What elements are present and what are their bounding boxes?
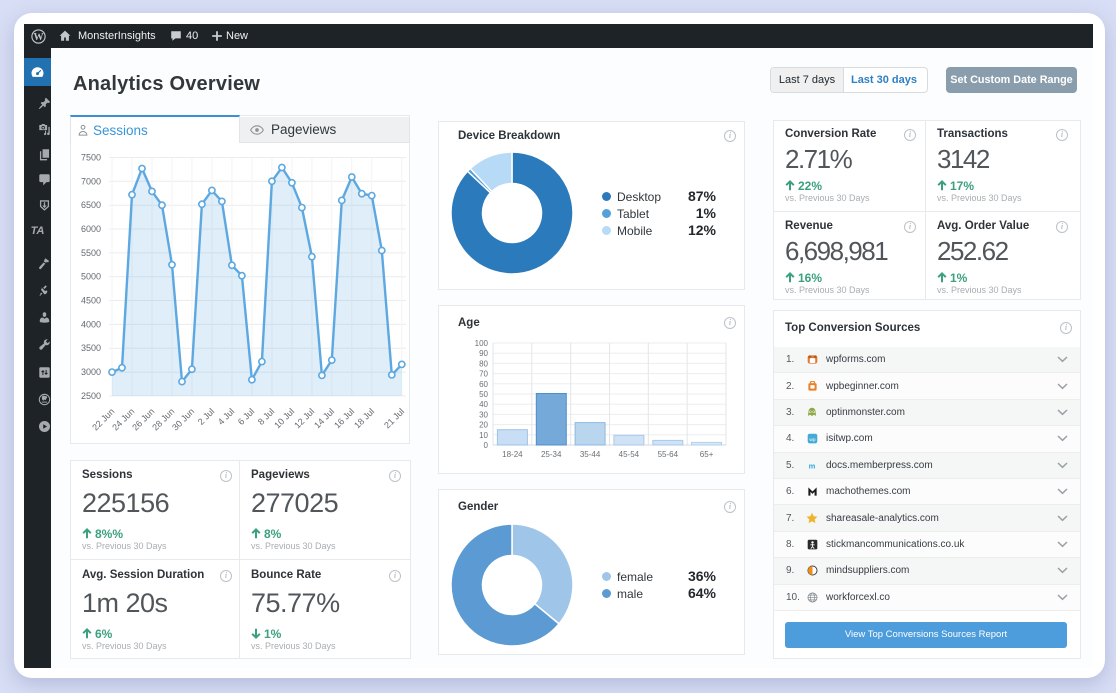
svg-text:90: 90	[479, 349, 488, 358]
svg-text:55-64: 55-64	[658, 450, 679, 459]
svg-text:12 Jul: 12 Jul	[292, 406, 316, 430]
svg-text:m: m	[809, 461, 816, 470]
svg-text:50: 50	[479, 390, 488, 399]
svg-text:18-24: 18-24	[502, 450, 523, 459]
svg-text:4 Jul: 4 Jul	[216, 406, 237, 427]
svg-text:W: W	[33, 32, 43, 43]
svg-text:3000: 3000	[81, 367, 101, 377]
svg-text:2 Jul: 2 Jul	[196, 406, 217, 427]
svg-text:6000: 6000	[81, 224, 101, 234]
svg-text:60: 60	[479, 380, 488, 389]
svg-text:30: 30	[479, 410, 488, 419]
svg-text:18 Jul: 18 Jul	[352, 406, 376, 430]
svg-text:20: 20	[479, 421, 488, 430]
svg-text:6500: 6500	[81, 200, 101, 210]
svg-text:21 Jul: 21 Jul	[382, 406, 406, 430]
svg-text:16 Jul: 16 Jul	[332, 406, 356, 430]
svg-text:35-44: 35-44	[580, 450, 601, 459]
svg-text:10 Jul: 10 Jul	[272, 406, 296, 430]
svg-text:4000: 4000	[81, 319, 101, 329]
svg-text:40: 40	[479, 400, 488, 409]
svg-text:25-34: 25-34	[541, 450, 562, 459]
svg-text:80: 80	[479, 359, 488, 368]
svg-text:2500: 2500	[81, 391, 101, 401]
svg-text:5500: 5500	[81, 248, 101, 258]
svg-text:0: 0	[484, 441, 489, 450]
svg-text:3500: 3500	[81, 343, 101, 353]
svg-text:65+: 65+	[700, 450, 714, 459]
svg-text:7000: 7000	[81, 176, 101, 186]
svg-text:4500: 4500	[81, 296, 101, 306]
svg-text:wp: wp	[809, 438, 815, 443]
svg-text:6 Jul: 6 Jul	[236, 406, 257, 427]
svg-text:100: 100	[475, 339, 489, 348]
svg-text:70: 70	[479, 370, 488, 379]
svg-text:30 Jun: 30 Jun	[170, 406, 196, 432]
svg-text:7500: 7500	[81, 153, 101, 163]
svg-text:45-54: 45-54	[619, 450, 640, 459]
svg-text:10: 10	[479, 431, 488, 440]
svg-text:14 Jul: 14 Jul	[312, 406, 336, 430]
svg-text:5000: 5000	[81, 272, 101, 282]
